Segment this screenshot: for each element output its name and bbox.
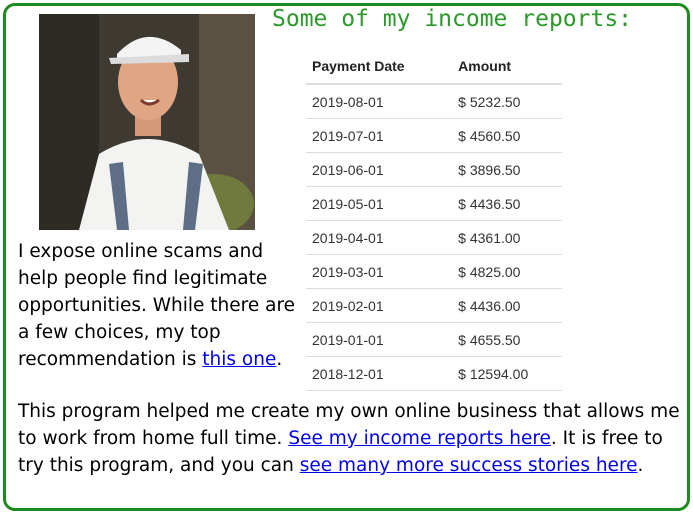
payment-date: 2019-08-01 [306,84,445,119]
payment-amount: $ 4560.50 [444,118,562,153]
payment-date: 2019-05-01 [306,186,445,221]
outro-paragraph: This program helped me create my own onl… [18,398,688,479]
table-row: 2019-01-01 $ 4655.50 [306,322,562,357]
payment-amount: $ 4436.00 [444,288,562,323]
payment-amount: $ 4825.00 [444,254,562,289]
payment-amount: $ 5232.50 [444,84,562,119]
income-reports-table: Payment Date Amount 2019-08-01 $ 5232.50 … [306,49,562,391]
payment-date: 2019-04-01 [306,220,445,255]
table-row: 2019-07-01 $ 4560.50 [306,118,562,153]
table-row: 2019-06-01 $ 3896.50 [306,152,562,187]
income-reports-link[interactable]: See my income reports here [288,428,551,449]
payment-amount: $ 4436.50 [444,186,562,221]
payment-amount: $ 12594.00 [444,356,562,391]
intro-paragraph: I expose online scams and help people fi… [18,238,308,373]
payment-date: 2019-01-01 [306,322,445,357]
table-row: 2019-05-01 $ 4436.50 [306,186,562,221]
payment-amount: $ 4361.00 [444,220,562,255]
payment-date: 2019-02-01 [306,288,445,323]
author-photo-icon [39,14,255,230]
payment-date: 2019-07-01 [306,118,445,153]
table-row: 2019-04-01 $ 4361.00 [306,220,562,255]
table-row: 2019-08-01 $ 5232.50 [306,84,562,119]
success-stories-link[interactable]: see many more success stories here [300,455,638,476]
table-row: 2018-12-01 $ 12594.00 [306,356,562,391]
payment-amount: $ 4655.50 [444,322,562,357]
recommendation-link[interactable]: this one [202,349,276,370]
table-row: 2019-02-01 $ 4436.00 [306,288,562,323]
column-header-date: Payment Date [306,49,445,85]
outro-end: . [637,455,644,476]
payment-date: 2019-06-01 [306,152,445,187]
intro-end: . [276,349,283,370]
column-header-amount: Amount [444,49,562,85]
page-title: Some of my income reports: [272,6,633,32]
table-header-row: Payment Date Amount [306,49,562,85]
payment-date: 2019-03-01 [306,254,445,289]
payment-date: 2018-12-01 [306,356,445,391]
author-photo [39,14,255,230]
table-row: 2019-03-01 $ 4825.00 [306,254,562,289]
payment-amount: $ 3896.50 [444,152,562,187]
